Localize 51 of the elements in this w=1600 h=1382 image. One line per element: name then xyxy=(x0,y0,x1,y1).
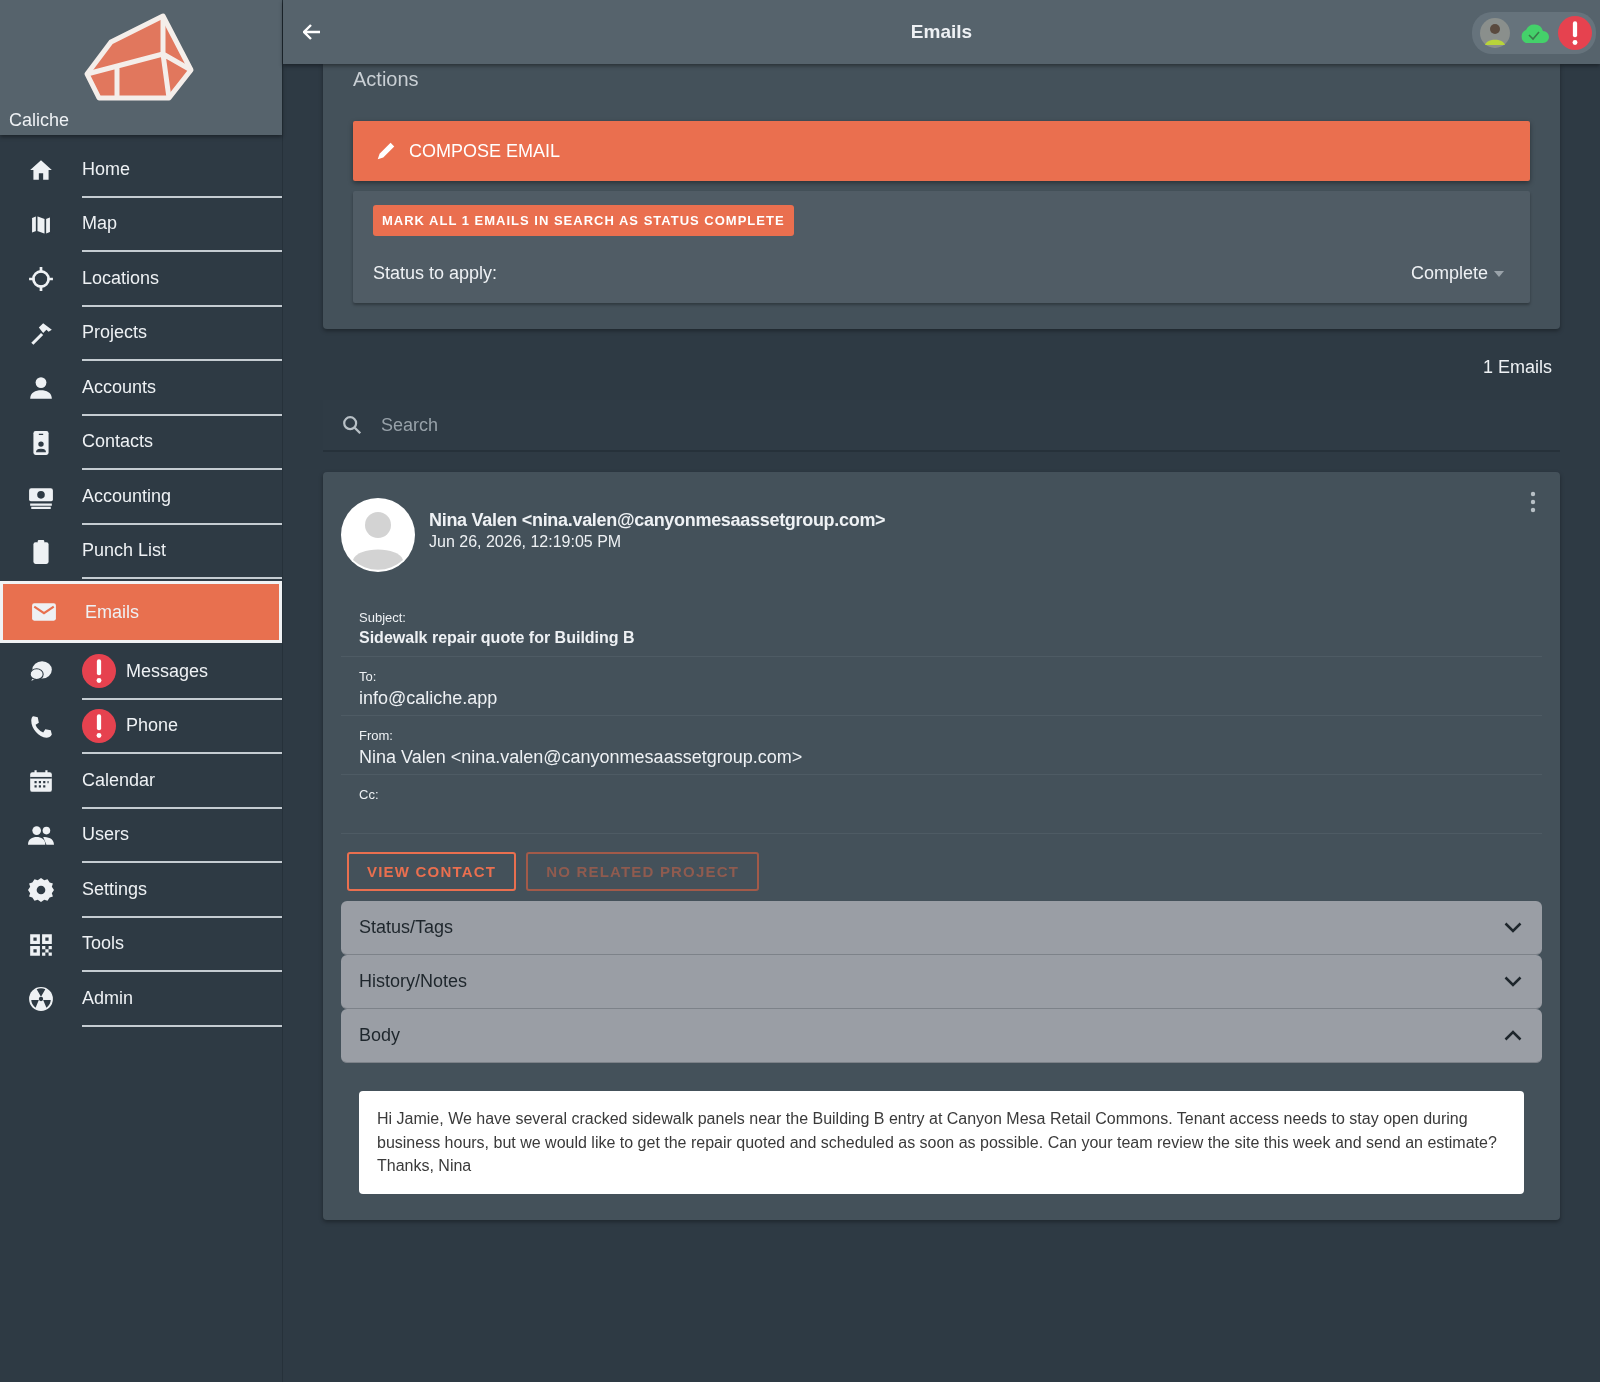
status-dropdown[interactable]: Complete xyxy=(1404,262,1510,285)
email-count: 1 Emails xyxy=(1482,357,1552,378)
sidebar-item[interactable]: Admin xyxy=(0,972,282,1027)
alert-icon xyxy=(1558,16,1592,50)
calendar-icon xyxy=(28,768,54,795)
sidebar-item[interactable]: Accounts xyxy=(0,361,282,416)
sidebar-item[interactable]: Punch List xyxy=(0,524,282,579)
email-date: Jun 26, 2026, 12:19:05 PM xyxy=(429,533,623,551)
settings-icon xyxy=(28,877,54,904)
sidebar-item[interactable]: Users xyxy=(0,808,282,863)
sidebar-item[interactable]: Messages xyxy=(0,645,282,700)
crosshair-icon xyxy=(28,266,54,293)
radiation-icon xyxy=(28,986,54,1013)
alert-icon xyxy=(82,654,116,689)
accordion-header[interactable]: History/Notes xyxy=(341,955,1542,1009)
field-value: Sidewalk repair quote for Building B xyxy=(359,629,636,647)
status-label: Status to apply: xyxy=(373,263,498,284)
hammer-icon xyxy=(28,320,54,347)
search-icon xyxy=(341,414,363,436)
sidebar-item[interactable]: Home xyxy=(0,143,282,198)
section-title: Actions xyxy=(353,68,420,91)
page-title: Emails xyxy=(910,21,973,42)
sidebar-item[interactable]: Tools xyxy=(0,917,282,972)
phone-icon xyxy=(28,713,54,740)
accordion-header[interactable]: Status/Tags xyxy=(341,901,1542,955)
sidebar-item[interactable]: Contacts xyxy=(0,415,282,470)
sidebar-item[interactable]: Locations xyxy=(0,252,282,307)
field-value: info@caliche.app xyxy=(359,688,499,709)
sidebar-item[interactable]: Calendar xyxy=(0,754,282,809)
sidebar-item[interactable]: Projects xyxy=(0,306,282,361)
back-arrow-icon[interactable] xyxy=(303,24,321,40)
pencil-icon xyxy=(375,140,397,162)
sidebar-item[interactable]: Map xyxy=(0,197,282,252)
field-label: Subject: xyxy=(359,610,407,625)
person-icon xyxy=(28,375,54,402)
grid-icon xyxy=(28,931,54,958)
sidebar-item[interactable]: Phone xyxy=(0,699,282,754)
field-label: From: xyxy=(359,728,394,743)
caret-icon xyxy=(1494,270,1504,277)
avatar[interactable] xyxy=(1480,18,1510,48)
sidebar-item[interactable]: Accounting xyxy=(0,470,282,525)
alert-icon xyxy=(82,708,116,743)
app-name: Caliche xyxy=(9,110,70,131)
field-label: Cc: xyxy=(359,787,380,802)
sidebar-item[interactable]: Settings xyxy=(0,863,282,918)
search-field[interactable]: Search xyxy=(381,400,1542,450)
email-body: Hi Jamie, We have several cracked sidewalk panels near the Building B entry at Canyon Mesa Retail Commons. Tenant access needs to stay open during business hours, but we would like to get the repair quoted and scheduled as soon as possible. Can your team review the site this week and send an estimate? Thanks, Nina xyxy=(359,1091,1524,1194)
field-label: To: xyxy=(359,669,378,684)
accordion-header[interactable]: Body xyxy=(341,1009,1542,1063)
field-value: Nina Valen <nina.valen@canyonmesaassetgroup.com> xyxy=(359,747,804,768)
sender-name: Nina Valen <nina.valen@canyonmesaassetgroup.com> xyxy=(429,510,886,531)
